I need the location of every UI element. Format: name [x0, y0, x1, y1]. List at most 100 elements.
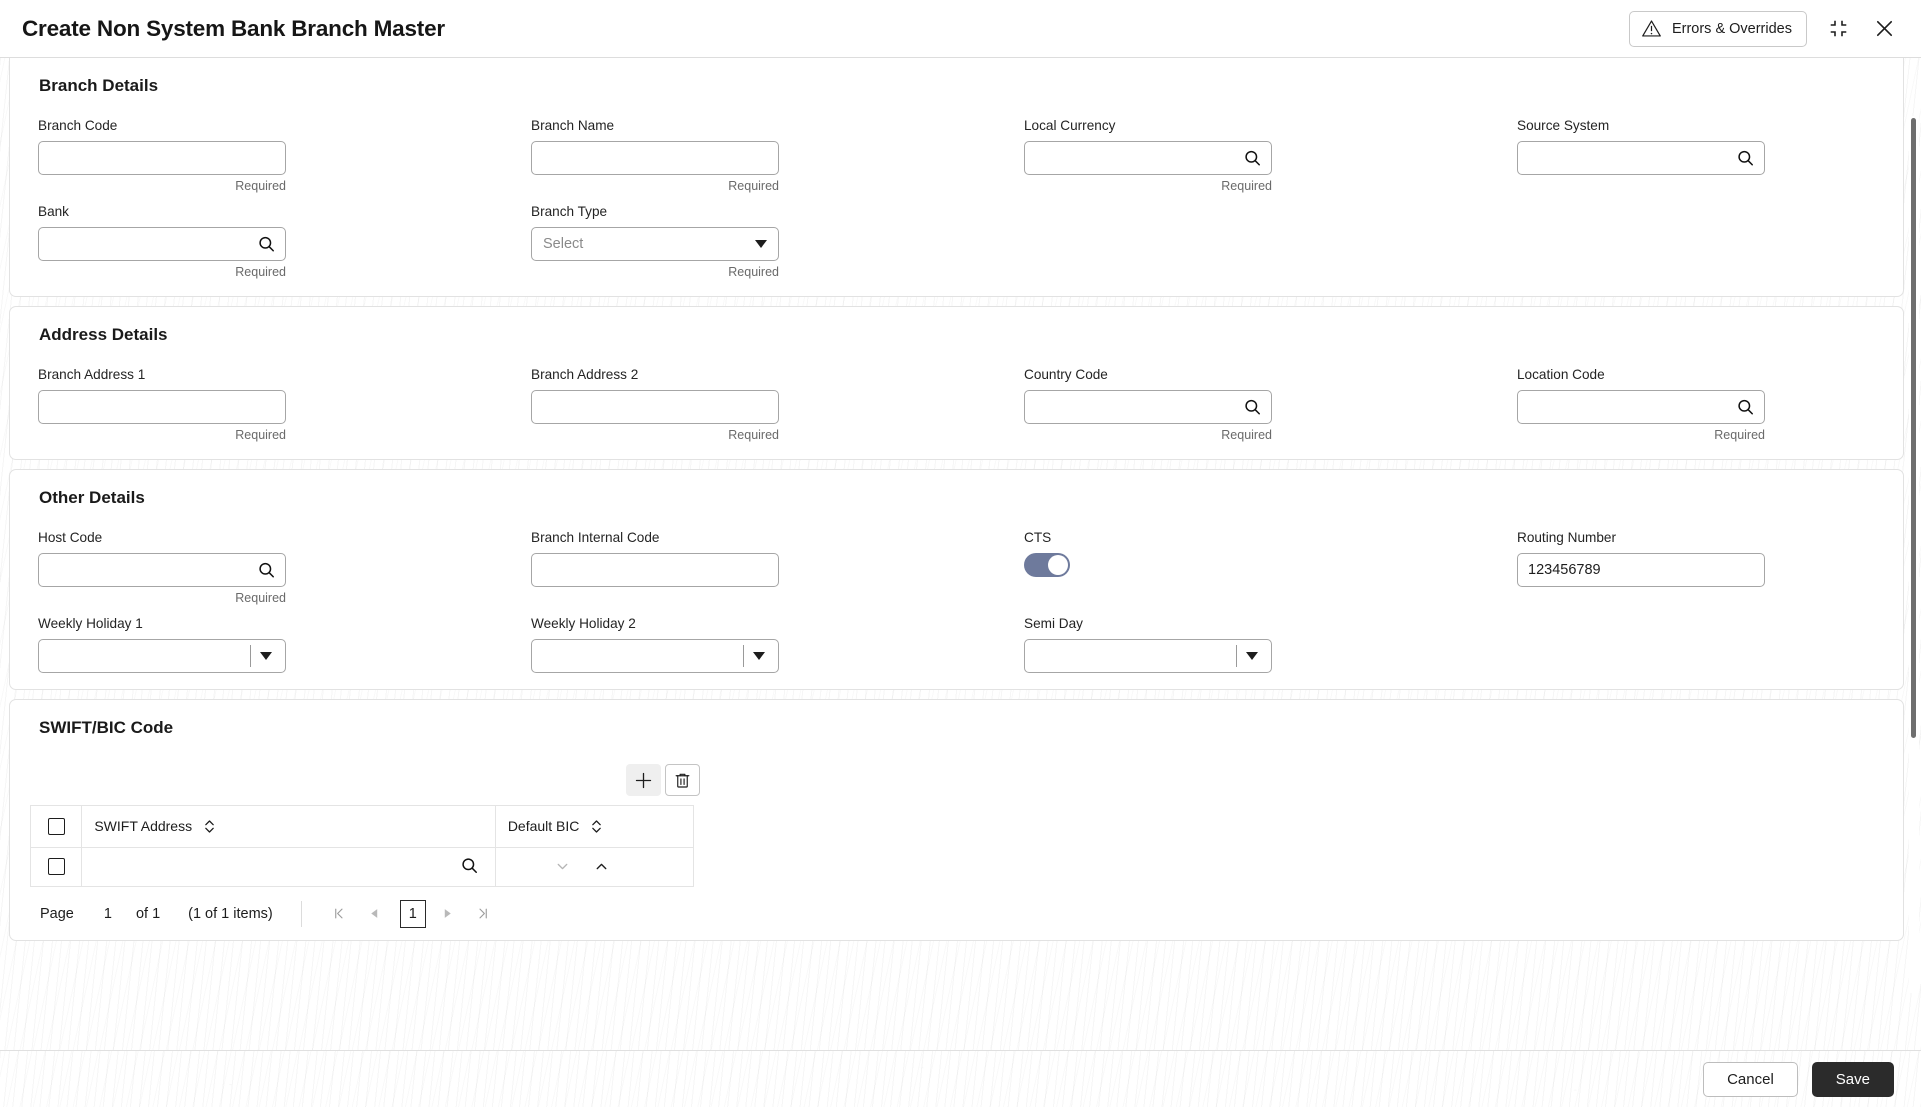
header-swift-address: SWIFT Address [81, 806, 496, 848]
address-details-grid: Branch Address 1 Required Branch Address… [30, 367, 1883, 443]
close-icon[interactable] [1869, 14, 1899, 44]
label-branch-address-2: Branch Address 2 [531, 367, 639, 382]
collapse-icon[interactable] [1823, 14, 1853, 44]
default-bic-chevron-up-icon[interactable] [593, 858, 610, 875]
label-semi-day: Semi Day [1024, 616, 1083, 631]
label-source-system: Source System [1517, 118, 1610, 133]
branch-type-select[interactable]: Select [531, 227, 779, 261]
search-icon[interactable] [257, 235, 276, 254]
spacer-cell [1024, 204, 1382, 280]
label-routing-number: Routing Number [1517, 530, 1616, 545]
pagination-page-label: Page [40, 905, 74, 922]
search-icon[interactable] [460, 856, 479, 878]
field-branch-type: Branch Type Select Required [531, 204, 889, 280]
semi-day-select[interactable] [1024, 639, 1272, 673]
next-page-icon[interactable] [434, 900, 461, 927]
sort-default-bic-icon[interactable] [591, 819, 602, 834]
default-bic-chevron-down-icon[interactable] [554, 858, 571, 875]
label-local-currency: Local Currency [1024, 118, 1116, 133]
page-title: Create Non System Bank Branch Master [22, 15, 445, 41]
cts-toggle[interactable] [1024, 553, 1070, 577]
select-all-checkbox[interactable] [47, 818, 65, 836]
location-code-input-wrap[interactable] [1517, 390, 1765, 424]
branch-name-input-wrap[interactable] [531, 141, 779, 175]
bank-input-wrap[interactable] [38, 227, 286, 261]
field-branch-code: Branch Code Required [38, 118, 396, 194]
errors-and-overrides-button[interactable]: Errors & Overrides [1628, 10, 1807, 47]
routing-number-input[interactable] [1518, 554, 1764, 586]
scrollbar-thumb[interactable] [1911, 118, 1916, 738]
chevron-down-icon [260, 652, 272, 660]
branch-code-input[interactable] [39, 142, 285, 174]
country-code-input[interactable] [1025, 391, 1271, 423]
helper-branch-name: Required [728, 179, 779, 193]
branch-details-grid: Branch Code Required Branch Name Require… [30, 118, 1883, 280]
dialog-header: Create Non System Bank Branch Master Err… [0, 0, 1921, 58]
branch-address-1-input[interactable] [39, 391, 285, 423]
search-icon[interactable] [1736, 398, 1755, 417]
branch-name-input[interactable] [532, 142, 778, 174]
row-checkbox[interactable] [47, 858, 65, 876]
header-actions: Errors & Overrides [1628, 10, 1899, 47]
sort-swift-address-icon[interactable] [204, 819, 215, 834]
header-select-all-cell [31, 806, 83, 848]
cancel-button[interactable]: Cancel [1703, 1061, 1798, 1097]
header-swift-address-label: SWIFT Address [94, 818, 193, 835]
search-icon[interactable] [257, 561, 276, 580]
pagination-page-number: 1 [103, 905, 112, 922]
helper-branch-type: Required [728, 265, 779, 279]
country-code-input-wrap[interactable] [1024, 390, 1272, 424]
branch-address-2-input[interactable] [532, 391, 778, 423]
add-row-button[interactable] [626, 764, 661, 796]
label-location-code: Location Code [1517, 367, 1605, 382]
pagination-divider [300, 900, 302, 927]
branch-internal-code-input[interactable] [532, 554, 778, 586]
helper-location-code: Required [1714, 428, 1765, 442]
label-cts: CTS [1024, 530, 1052, 545]
label-branch-code: Branch Code [38, 118, 118, 133]
last-page-icon[interactable] [469, 900, 496, 927]
field-branch-address-2: Branch Address 2 Required [531, 367, 889, 443]
delete-row-button[interactable] [665, 764, 700, 796]
branch-internal-code-input-wrap[interactable] [531, 553, 779, 587]
helper-source-system [1517, 179, 1765, 194]
location-code-input[interactable] [1518, 391, 1764, 423]
scrollbar[interactable] [1909, 116, 1919, 993]
cell-default-bic [495, 847, 693, 887]
prev-page-icon[interactable] [361, 900, 388, 927]
save-button[interactable]: Save [1811, 1061, 1894, 1097]
section-swift-bic: SWIFT/BIC Code SWIFT Address Default BIC… [9, 699, 1904, 941]
branch-code-input-wrap[interactable] [38, 141, 286, 175]
search-icon[interactable] [1243, 149, 1262, 168]
host-code-input-wrap[interactable] [38, 553, 286, 587]
helper-host-code: Required [235, 591, 286, 605]
branch-address-2-input-wrap[interactable] [531, 390, 779, 424]
section-title-other-details: Other Details [39, 488, 145, 507]
spacer-cell [1517, 204, 1875, 280]
label-host-code: Host Code [38, 530, 103, 545]
header-default-bic: Default BIC [495, 806, 693, 848]
source-system-input[interactable] [1518, 142, 1764, 174]
routing-number-input-wrap[interactable] [1517, 553, 1765, 587]
local-currency-input[interactable] [1025, 142, 1271, 174]
pagination-current-page[interactable]: 1 [399, 899, 426, 928]
host-code-input[interactable] [39, 554, 285, 586]
branch-address-1-input-wrap[interactable] [38, 390, 286, 424]
chevron-down-icon [753, 652, 765, 660]
label-country-code: Country Code [1024, 367, 1108, 382]
local-currency-input-wrap[interactable] [1024, 141, 1272, 175]
search-icon[interactable] [1736, 149, 1755, 168]
search-icon[interactable] [1243, 398, 1262, 417]
errors-and-overrides-label: Errors & Overrides [1671, 20, 1792, 37]
dialog-body: Branch Details Branch Code Required Bran… [0, 58, 1921, 1050]
cell-swift-address[interactable] [81, 847, 496, 887]
weekly-holiday-2-select[interactable] [531, 639, 779, 673]
label-bank: Bank [38, 204, 69, 219]
bank-input[interactable] [39, 228, 285, 260]
label-weekly-holiday-1: Weekly Holiday 1 [38, 616, 143, 631]
trash-icon [673, 771, 692, 790]
weekly-holiday-1-select[interactable] [38, 639, 286, 673]
first-page-icon[interactable] [326, 900, 353, 927]
field-weekly-holiday-2: Weekly Holiday 2 [531, 616, 889, 673]
source-system-input-wrap[interactable] [1517, 141, 1765, 175]
